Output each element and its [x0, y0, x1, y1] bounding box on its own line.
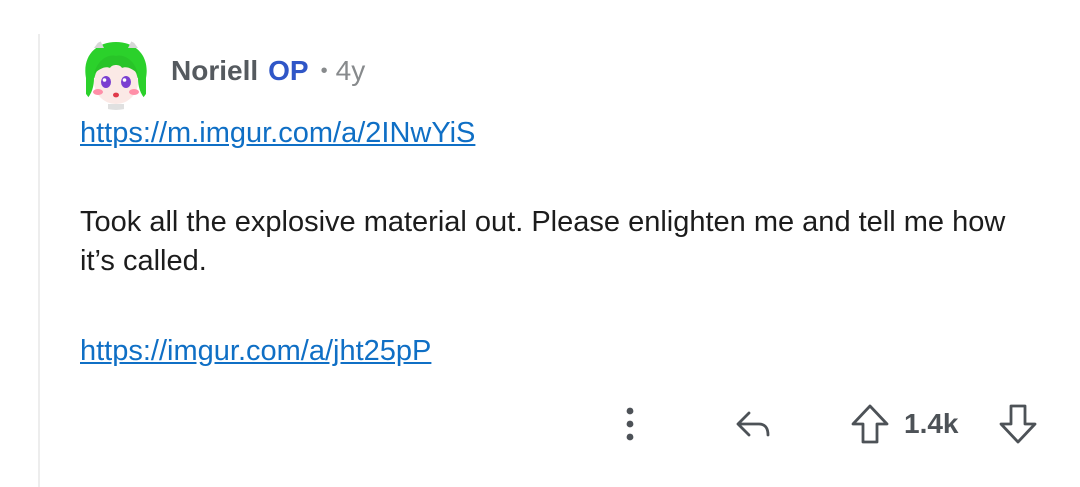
downvote-button[interactable] — [994, 398, 1042, 450]
more-options-button[interactable] — [612, 398, 648, 450]
reply-button[interactable] — [728, 398, 778, 450]
author-name[interactable]: Noriell — [171, 55, 258, 87]
imgur-link-2[interactable]: https://imgur.com/a/jht25pP — [80, 335, 431, 368]
op-badge: OP — [268, 55, 309, 86]
upvote-arrow-icon — [851, 404, 889, 444]
meta-separator: • — [320, 59, 328, 82]
avatar[interactable] — [80, 38, 152, 110]
imgur-link-1[interactable]: https://m.imgur.com/a/2INwYiS — [80, 117, 475, 150]
upvote-button[interactable] — [846, 398, 894, 450]
vote-score: 1.4k — [904, 408, 959, 439]
avatar-image — [80, 38, 152, 110]
comment-body: Took all the explosive material out. Ple… — [80, 206, 1006, 277]
downvote-arrow-icon — [999, 404, 1037, 444]
vertical-ellipsis-icon — [626, 407, 634, 441]
thread-line[interactable] — [38, 34, 40, 487]
reply-arrow-icon — [736, 411, 770, 437]
comment-age: 4y — [335, 55, 366, 86]
comment-meta: Noriell OP • 4y — [171, 54, 365, 88]
